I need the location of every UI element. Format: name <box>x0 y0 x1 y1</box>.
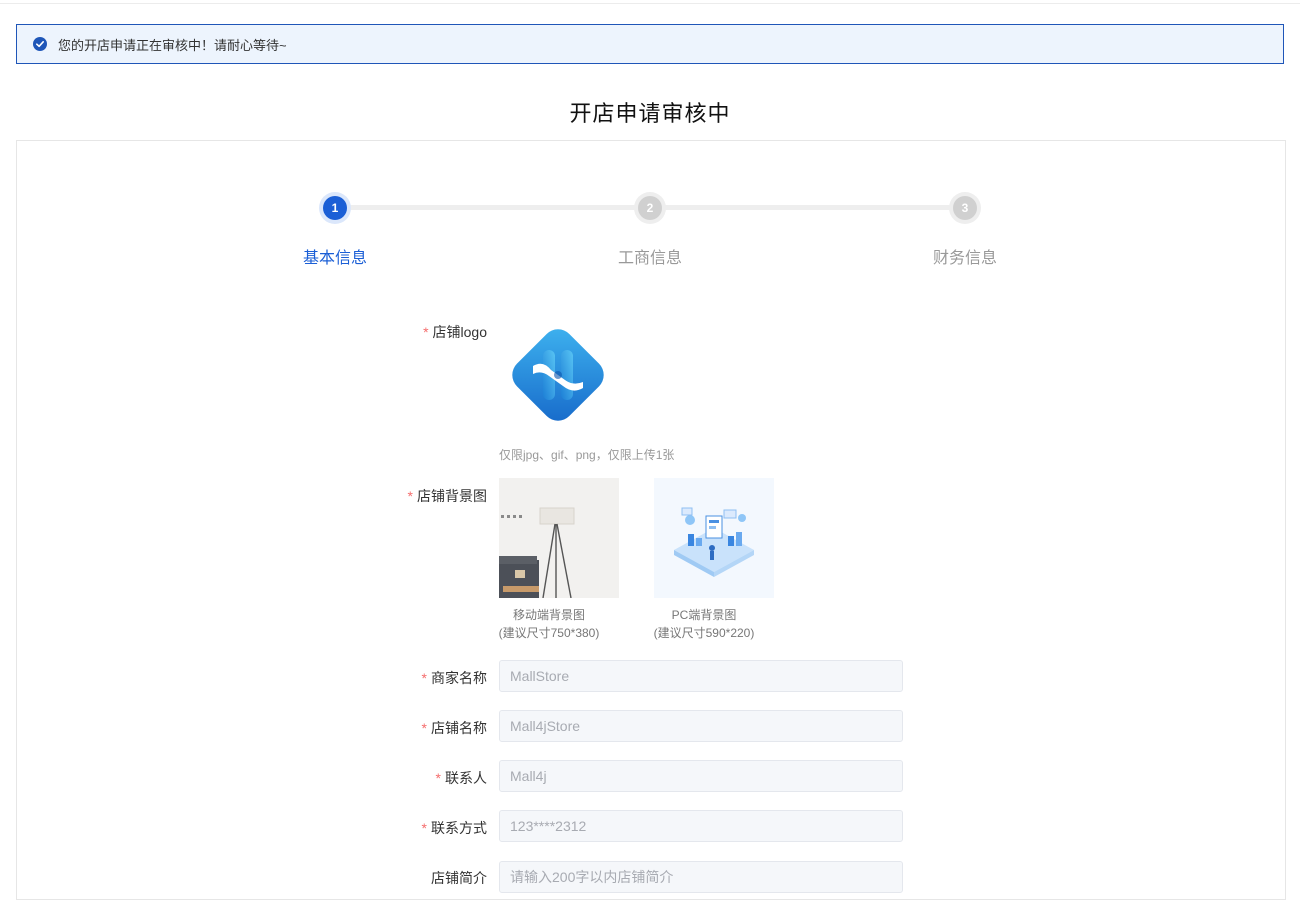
intro-label: 店铺简介 <box>431 868 487 888</box>
required-mark: * <box>435 770 441 786</box>
top-divider <box>0 3 1300 4</box>
contact-label: * 联系人 <box>436 768 487 788</box>
logo-label-text: 店铺logo <box>432 324 487 340</box>
pc-background-caption-size: (建议尺寸590*220) <box>653 626 755 640</box>
contact-label-text: 联系人 <box>445 770 487 786</box>
intro-textarea[interactable]: 请输入200字以内店铺简介 <box>499 861 903 893</box>
required-mark: * <box>407 488 413 504</box>
required-mark: * <box>421 670 427 686</box>
mobile-background-caption-title: 移动端背景图 <box>512 608 585 622</box>
merchant-name-input[interactable]: MallStore <box>499 660 903 692</box>
step-3-label: 财务信息 <box>932 250 997 267</box>
store-name-label-text: 店铺名称 <box>431 720 487 736</box>
intro-label-text: 店铺简介 <box>431 870 487 886</box>
step-1-label: 基本信息 <box>302 250 367 267</box>
contact-input[interactable]: Mall4j <box>499 760 903 792</box>
pc-background-image[interactable] <box>654 478 774 598</box>
required-mark: * <box>421 720 427 736</box>
store-logo-image[interactable] <box>499 316 617 434</box>
logo-label: * 店铺logo <box>423 322 487 342</box>
store-name-label: * 店铺名称 <box>422 718 487 738</box>
notice-text: 您的开店申请正在审核中！请耐心等待~ <box>58 37 287 53</box>
pc-background-caption: PC端背景图 (建议尺寸590*220) <box>644 606 764 642</box>
step-1-dot: 1 <box>323 196 347 220</box>
background-label-text: 店铺背景图 <box>417 488 487 504</box>
step-3-dot: 3 <box>953 196 977 220</box>
phone-label-text: 联系方式 <box>431 820 487 836</box>
mobile-background-image[interactable] <box>499 478 619 598</box>
phone-label: * 联系方式 <box>422 818 487 838</box>
merchant-name-label: * 商家名称 <box>422 668 487 688</box>
logo-upload-hint: 仅限jpg、gif、png，仅限上传1张 <box>499 448 675 462</box>
merchant-name-label-text: 商家名称 <box>431 670 487 686</box>
store-name-input[interactable]: Mall4jStore <box>499 710 903 742</box>
check-circle-icon <box>33 37 47 51</box>
required-mark: * <box>423 324 429 340</box>
mobile-background-caption: 移动端背景图 (建议尺寸750*380) <box>489 606 609 642</box>
phone-input[interactable]: 123****2312 <box>499 810 903 842</box>
background-label: * 店铺背景图 <box>408 486 487 506</box>
mobile-background-caption-size: (建议尺寸750*380) <box>498 626 600 640</box>
step-2-label: 工商信息 <box>617 250 682 267</box>
page-title: 开店申请审核中 <box>569 101 731 126</box>
pc-background-caption-title: PC端背景图 <box>671 608 737 622</box>
step-2-dot: 2 <box>638 196 662 220</box>
required-mark: * <box>421 820 427 836</box>
review-notice-banner: 您的开店申请正在审核中！请耐心等待~ <box>16 24 1284 64</box>
